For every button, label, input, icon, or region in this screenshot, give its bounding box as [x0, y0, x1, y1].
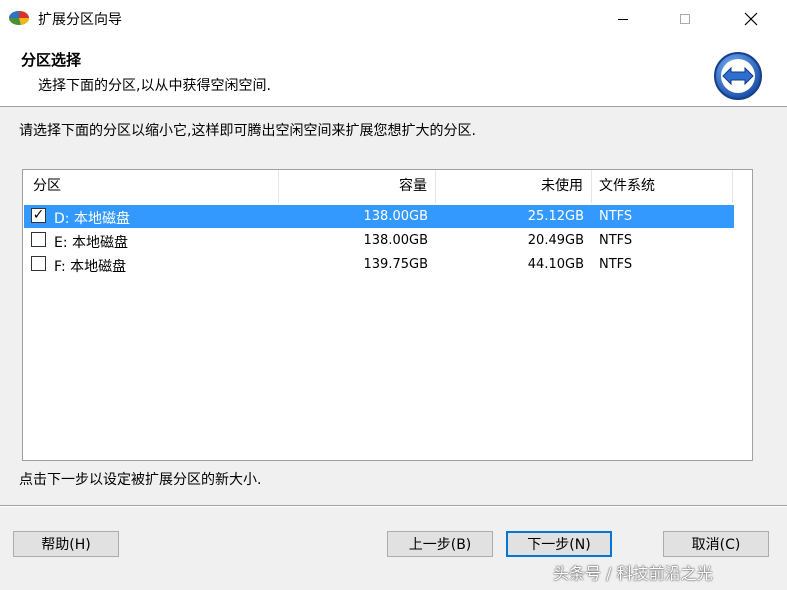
dialog-window: 扩展分区向导 分区选择 选择下面的分区,以从中获得空闲空间. 请选择下面的分区以… [0, 0, 787, 590]
window-title: 扩展分区向导 [38, 12, 122, 28]
partition-capacity: 138.00GB [363, 233, 428, 248]
partition-name: F: 本地磁盘 [54, 259, 127, 275]
close-button[interactable] [728, 0, 774, 38]
maximize-button[interactable] [662, 0, 708, 38]
previous-button[interactable]: 上一步(B) [387, 531, 493, 557]
partition-unused: 20.49GB [527, 233, 584, 248]
partition-filesystem: NTFS [599, 233, 633, 248]
partition-capacity: 139.75GB [363, 257, 428, 272]
maximize-icon [680, 14, 690, 24]
close-icon [744, 12, 758, 26]
table-row[interactable]: ✓ D: 本地磁盘 138.00GB 25.12GB NTFS [24, 205, 734, 228]
minimize-button[interactable] [600, 0, 646, 38]
minimize-icon [618, 19, 628, 20]
header-title: 分区选择 [21, 51, 82, 69]
next-button[interactable]: 下一步(N) [506, 531, 612, 557]
colored-disk-icon [8, 10, 30, 26]
column-header-partition[interactable]: 分区 [23, 170, 279, 203]
table-row[interactable]: E: 本地磁盘 138.00GB 20.49GB NTFS [24, 229, 734, 252]
wizard-header: 分区选择 选择下面的分区,以从中获得空闲空间. [0, 38, 787, 107]
partition-checkbox[interactable] [31, 256, 46, 271]
partition-unused: 44.10GB [527, 257, 584, 272]
button-separator [0, 505, 787, 507]
header-subtitle: 选择下面的分区,以从中获得空闲空间. [38, 78, 271, 94]
help-button[interactable]: 帮助(H) [13, 531, 119, 557]
double-arrow-icon [713, 51, 763, 101]
column-header-unused[interactable]: 未使用 [436, 170, 592, 203]
list-header: 分区 容量 未使用 文件系统 [23, 170, 752, 203]
cancel-button[interactable]: 取消(C) [663, 531, 769, 557]
table-row[interactable]: F: 本地磁盘 139.75GB 44.10GB NTFS [24, 253, 734, 276]
column-header-filesystem[interactable]: 文件系统 [592, 170, 733, 203]
partition-filesystem: NTFS [599, 209, 633, 224]
hint-text: 点击下一步以设定被扩展分区的新大小. [19, 472, 262, 488]
watermark: 头条号 / 科技前沿之光 [553, 564, 713, 583]
partition-filesystem: NTFS [599, 257, 633, 272]
partition-capacity: 138.00GB [363, 209, 428, 224]
partition-list[interactable]: 分区 容量 未使用 文件系统 ✓ D: 本地磁盘 138.00GB 25.12G… [22, 169, 753, 461]
title-bar[interactable]: 扩展分区向导 [0, 0, 787, 38]
partition-name: E: 本地磁盘 [54, 235, 129, 251]
partition-name: D: 本地磁盘 [54, 211, 130, 227]
partition-unused: 25.12GB [527, 209, 584, 224]
column-header-capacity[interactable]: 容量 [279, 170, 436, 203]
instruction-text: 请选择下面的分区以缩小它,这样即可腾出空闲空间来扩展您想扩大的分区. [19, 123, 476, 139]
partition-checkbox[interactable]: ✓ [31, 208, 46, 223]
partition-checkbox[interactable] [31, 232, 46, 247]
